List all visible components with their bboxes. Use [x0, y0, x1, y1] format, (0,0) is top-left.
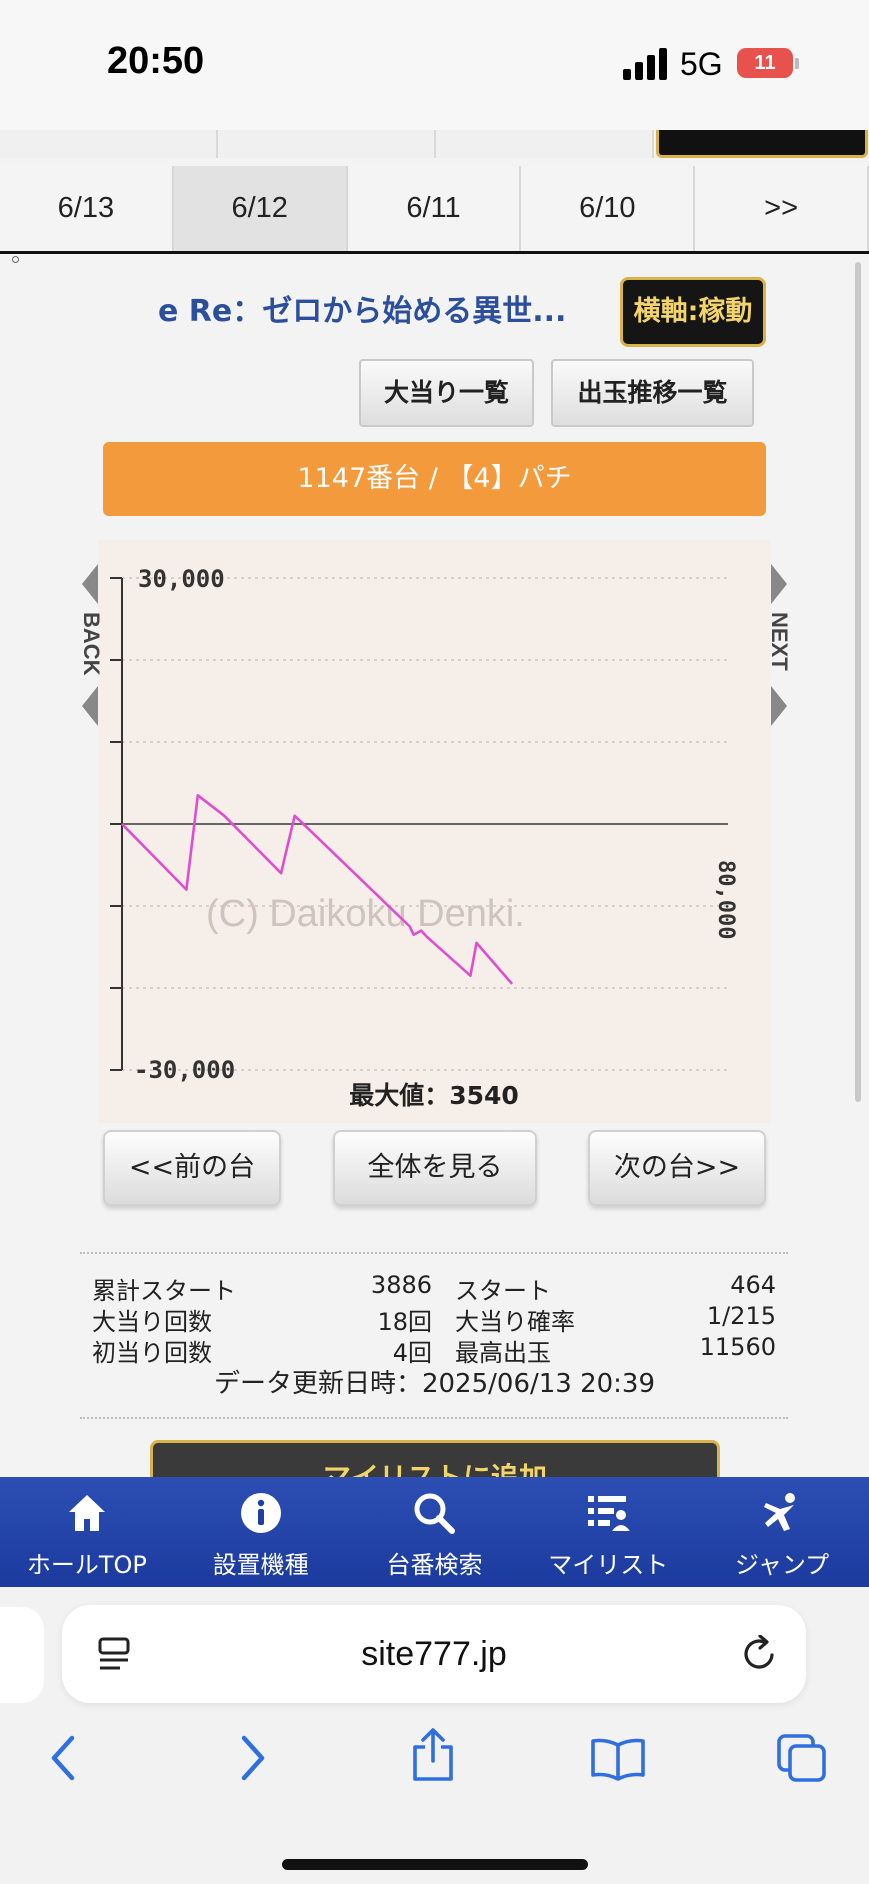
signal-icon: [623, 48, 667, 80]
nav-label: ホールTOP: [26, 1551, 147, 1579]
nav-hall-top[interactable]: ホールTOP: [0, 1477, 174, 1587]
nav-jump[interactable]: ジャンプ: [695, 1477, 869, 1587]
date-tabs: 6/13 6/12 6/11 6/10 >>: [0, 166, 869, 254]
y-tick-label-max: 30,000: [138, 565, 225, 593]
battery-level: 11: [754, 52, 776, 74]
view-all-button[interactable]: 全体を見る: [333, 1130, 537, 1206]
home-icon: [68, 1495, 105, 1531]
share-icon[interactable]: [410, 1727, 456, 1783]
info-icon: [240, 1493, 281, 1533]
jump-icon: [764, 1493, 796, 1531]
bookmarks-icon[interactable]: [590, 1737, 646, 1781]
chart-watermark: (C) Daikoku Denki.: [206, 893, 525, 935]
add-mylist-label: マイリストに追加: [322, 1461, 547, 1480]
stat-value: 1/215: [706, 1302, 776, 1330]
battery-cap: [795, 58, 799, 69]
divider: [80, 1417, 788, 1419]
payout-chart: 30,000 -30,000 (C) Daikoku Denki. 80,000 最大値…: [98, 540, 770, 1123]
top-tab[interactable]: [0, 130, 218, 158]
network-type: 5G: [680, 46, 723, 82]
nav-label: 台番検索: [386, 1551, 483, 1579]
data-updated-time: データ更新日時：2025/06/13 20:39: [213, 1369, 656, 1399]
browser-chrome: site777.jp: [0, 1587, 869, 1884]
y-tick-label-min: -30,000: [134, 1056, 235, 1084]
next-unit-button[interactable]: 次の台>>: [588, 1130, 766, 1206]
address-bar[interactable]: site777.jp: [62, 1605, 806, 1703]
nav-label: マイリスト: [548, 1551, 669, 1579]
add-mylist-button[interactable]: マイリストに追加: [150, 1440, 720, 1480]
battery-icon: 11: [737, 48, 793, 78]
date-tab-3[interactable]: 6/10: [521, 166, 696, 251]
chart-svg: 30,000 -30,000 (C) Daikoku Denki. 80,000 最大値…: [110, 565, 738, 1110]
back-arrow-icon[interactable]: [82, 686, 98, 726]
stat-label: 累計スタート: [92, 1277, 236, 1305]
date-tab-0[interactable]: 6/13: [0, 166, 174, 251]
stat-value: 11560: [699, 1333, 776, 1361]
back-arrow-icon[interactable]: [82, 564, 98, 604]
nav-label: ジャンプ: [735, 1551, 830, 1579]
top-tab-row: [0, 130, 869, 158]
top-tab[interactable]: [218, 130, 436, 158]
top-tab[interactable]: [436, 130, 654, 158]
max-value-label: 最大値：3540: [349, 1081, 519, 1110]
divider: [80, 1252, 788, 1254]
next-arrow-icon[interactable]: [771, 564, 787, 604]
next-arrow-icon[interactable]: [771, 686, 787, 726]
scrollbar[interactable]: [855, 262, 861, 1102]
stat-value: 18回: [377, 1308, 432, 1336]
site-bottom-nav: ホールTOP 設置機種 台番検索 マイリスト ジャンプ: [0, 1477, 869, 1587]
url-text[interactable]: site777.jp: [62, 1635, 806, 1674]
nav-installed-models[interactable]: 設置機種: [174, 1477, 348, 1587]
home-indicator: [282, 1859, 588, 1870]
stat-label: スタート: [455, 1277, 551, 1305]
search-icon: [414, 1493, 456, 1534]
back-icon[interactable]: [48, 1735, 78, 1781]
tabs-icon[interactable]: [776, 1733, 828, 1783]
date-tab-1[interactable]: 6/12: [173, 166, 348, 251]
nav-unit-search[interactable]: 台番検索: [348, 1477, 522, 1587]
page-marker: [12, 256, 19, 263]
x-axis-max-label: 80,000: [713, 860, 738, 939]
stat-label: 大当り確率: [455, 1308, 575, 1336]
previous-tab-edge[interactable]: [0, 1607, 44, 1703]
nav-mylist[interactable]: マイリスト: [521, 1477, 695, 1587]
top-tab-selected[interactable]: [656, 130, 868, 158]
unit-banner: 1147番台 / 【4】パチ: [103, 442, 766, 516]
machine-title[interactable]: e Re：ゼロから始める異世...: [158, 286, 566, 330]
nav-label: 設置機種: [212, 1551, 309, 1579]
date-tab-more[interactable]: >>: [695, 166, 869, 251]
stat-value: 464: [730, 1271, 776, 1299]
stat-label: 大当り回数: [92, 1308, 212, 1336]
next-label[interactable]: NEXT: [766, 612, 792, 671]
jackpot-list-button[interactable]: 大当り一覧: [359, 359, 534, 427]
stat-value: 3886: [370, 1271, 432, 1299]
reload-icon[interactable]: [742, 1635, 778, 1673]
payout-trend-button[interactable]: 出玉推移一覧: [551, 359, 754, 427]
status-time: 20:50: [107, 40, 205, 82]
list-user-icon: [588, 1496, 631, 1531]
status-bar: 20:50 5G 11: [0, 0, 869, 130]
forward-icon[interactable]: [238, 1735, 268, 1781]
axis-toggle-button[interactable]: 横軸:稼動: [620, 277, 766, 347]
prev-unit-button[interactable]: <<前の台: [103, 1130, 281, 1206]
back-label[interactable]: BACK: [78, 612, 104, 676]
date-tab-2[interactable]: 6/11: [347, 166, 522, 251]
